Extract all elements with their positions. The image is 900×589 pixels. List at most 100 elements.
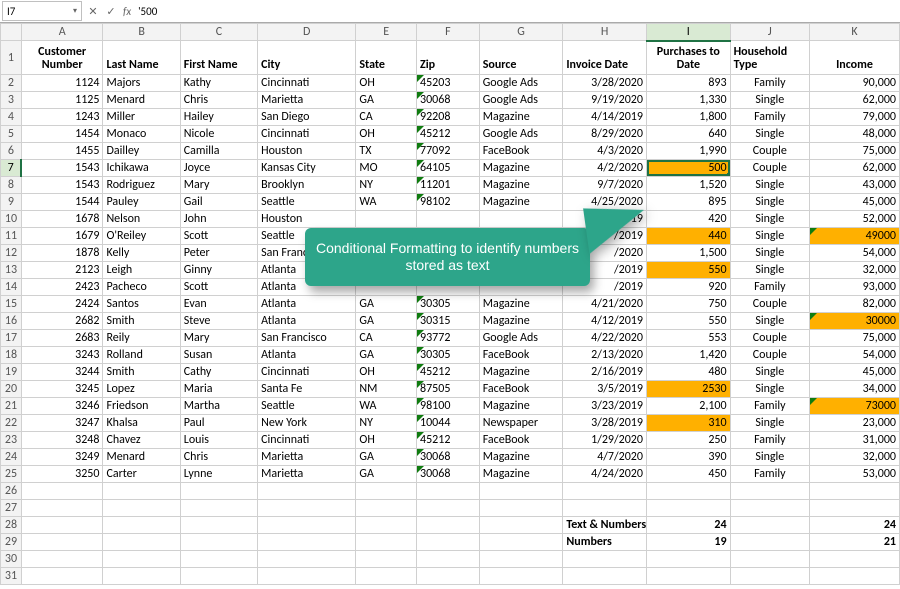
cell[interactable]: 43,000 <box>810 177 900 194</box>
header-cell[interactable]: First Name <box>180 41 257 75</box>
cell[interactable]: MO <box>356 160 417 177</box>
cell[interactable]: John <box>180 211 257 228</box>
cell[interactable] <box>258 500 356 517</box>
cell[interactable] <box>21 534 103 551</box>
cell[interactable] <box>21 517 103 534</box>
row-header[interactable]: 2 <box>1 75 22 92</box>
cell[interactable]: 4/22/2020 <box>563 330 647 347</box>
cell[interactable]: 21 <box>810 534 900 551</box>
row-header[interactable]: 27 <box>1 500 22 517</box>
row-header[interactable]: 25 <box>1 466 22 483</box>
row-header[interactable]: 12 <box>1 245 22 262</box>
cell[interactable]: FaceBook <box>479 381 563 398</box>
cell[interactable]: 4/2/2020 <box>563 160 647 177</box>
cell[interactable]: Google Ads <box>479 75 563 92</box>
cell[interactable] <box>103 517 180 534</box>
cell[interactable]: 4/14/2019 <box>563 109 647 126</box>
cell[interactable]: Single <box>730 364 809 381</box>
cell[interactable]: 93,000 <box>810 279 900 296</box>
cell[interactable]: 79,000 <box>810 109 900 126</box>
cell[interactable]: 550 <box>646 313 730 330</box>
cell[interactable]: Ginny <box>180 262 257 279</box>
cell[interactable]: NY <box>356 415 417 432</box>
cell[interactable]: Single <box>730 313 809 330</box>
cell[interactable]: Mary <box>180 330 257 347</box>
cell[interactable]: WA <box>356 194 417 211</box>
cell[interactable] <box>258 517 356 534</box>
cell[interactable]: Maria <box>180 381 257 398</box>
header-cell[interactable]: State <box>356 41 417 75</box>
cell[interactable]: Single <box>730 381 809 398</box>
cell[interactable]: Camilla <box>180 143 257 160</box>
cell[interactable]: O'Reiley <box>103 228 180 245</box>
cell[interactable] <box>180 551 257 568</box>
cell[interactable] <box>103 500 180 517</box>
cell[interactable]: Single <box>730 228 809 245</box>
row-header[interactable]: 28 <box>1 517 22 534</box>
cell[interactable]: 1543 <box>21 160 103 177</box>
cell[interactable]: Lynne <box>180 466 257 483</box>
cell[interactable]: 893 <box>646 75 730 92</box>
cell[interactable]: Dailley <box>103 143 180 160</box>
fx-icon[interactable]: fx <box>123 5 131 18</box>
cell[interactable]: 500 <box>646 160 730 177</box>
cell[interactable]: 98102 <box>417 194 480 211</box>
cell[interactable]: Pauley <box>103 194 180 211</box>
cell[interactable]: Cincinnati <box>258 364 356 381</box>
cell[interactable]: Susan <box>180 347 257 364</box>
cell[interactable]: 98100 <box>417 398 480 415</box>
cell[interactable]: 2682 <box>21 313 103 330</box>
cell[interactable]: Smith <box>103 364 180 381</box>
cell[interactable]: Couple <box>730 143 809 160</box>
row-header[interactable]: 7 <box>1 160 22 177</box>
cell[interactable] <box>730 551 809 568</box>
header-cell[interactable]: Income <box>810 41 900 75</box>
cell[interactable]: 2/13/2020 <box>563 347 647 364</box>
cell[interactable]: 2423 <box>21 279 103 296</box>
header-cell[interactable]: Last Name <box>103 41 180 75</box>
cell[interactable]: Houston <box>258 211 356 228</box>
cell[interactable] <box>417 211 480 228</box>
cell[interactable]: San Francisco <box>258 330 356 347</box>
cell[interactable]: Magazine <box>479 364 563 381</box>
cell[interactable]: Google Ads <box>479 92 563 109</box>
cell[interactable]: 2683 <box>21 330 103 347</box>
cell[interactable]: Louis <box>180 432 257 449</box>
cell[interactable]: 45212 <box>417 126 480 143</box>
column-header-A[interactable]: A <box>21 24 103 41</box>
cell[interactable]: NM <box>356 381 417 398</box>
cell[interactable]: 82,000 <box>810 296 900 313</box>
cell[interactable] <box>356 517 417 534</box>
cell[interactable]: GA <box>356 92 417 109</box>
cell[interactable]: 32,000 <box>810 262 900 279</box>
cell[interactable]: 1,500 <box>646 245 730 262</box>
cell[interactable]: 1,800 <box>646 109 730 126</box>
row-header[interactable]: 14 <box>1 279 22 296</box>
cell[interactable]: Marietta <box>258 92 356 109</box>
cell[interactable]: 920 <box>646 279 730 296</box>
cell[interactable]: 62,000 <box>810 160 900 177</box>
cell[interactable] <box>21 483 103 500</box>
cell[interactable] <box>21 500 103 517</box>
cell[interactable]: 2/16/2019 <box>563 364 647 381</box>
cell[interactable] <box>103 534 180 551</box>
column-header-J[interactable]: J <box>730 24 809 41</box>
row-header[interactable]: 26 <box>1 483 22 500</box>
cell[interactable]: 3246 <box>21 398 103 415</box>
cell[interactable] <box>563 483 647 500</box>
cell[interactable] <box>810 500 900 517</box>
cell[interactable]: 54,000 <box>810 347 900 364</box>
cell[interactable]: Miller <box>103 109 180 126</box>
spreadsheet-grid[interactable]: ABCDEFGHIJK 1Customer NumberLast NameFir… <box>0 23 900 585</box>
cell[interactable]: 24 <box>810 517 900 534</box>
cell[interactable]: 1124 <box>21 75 103 92</box>
column-header-F[interactable]: F <box>417 24 480 41</box>
cell[interactable]: Magazine <box>479 398 563 415</box>
row-header[interactable]: 24 <box>1 449 22 466</box>
cell[interactable]: Couple <box>730 330 809 347</box>
cell[interactable]: Family <box>730 398 809 415</box>
cell[interactable]: NY <box>356 177 417 194</box>
column-header-D[interactable]: D <box>258 24 356 41</box>
row-header[interactable]: 13 <box>1 262 22 279</box>
cell[interactable] <box>21 568 103 585</box>
